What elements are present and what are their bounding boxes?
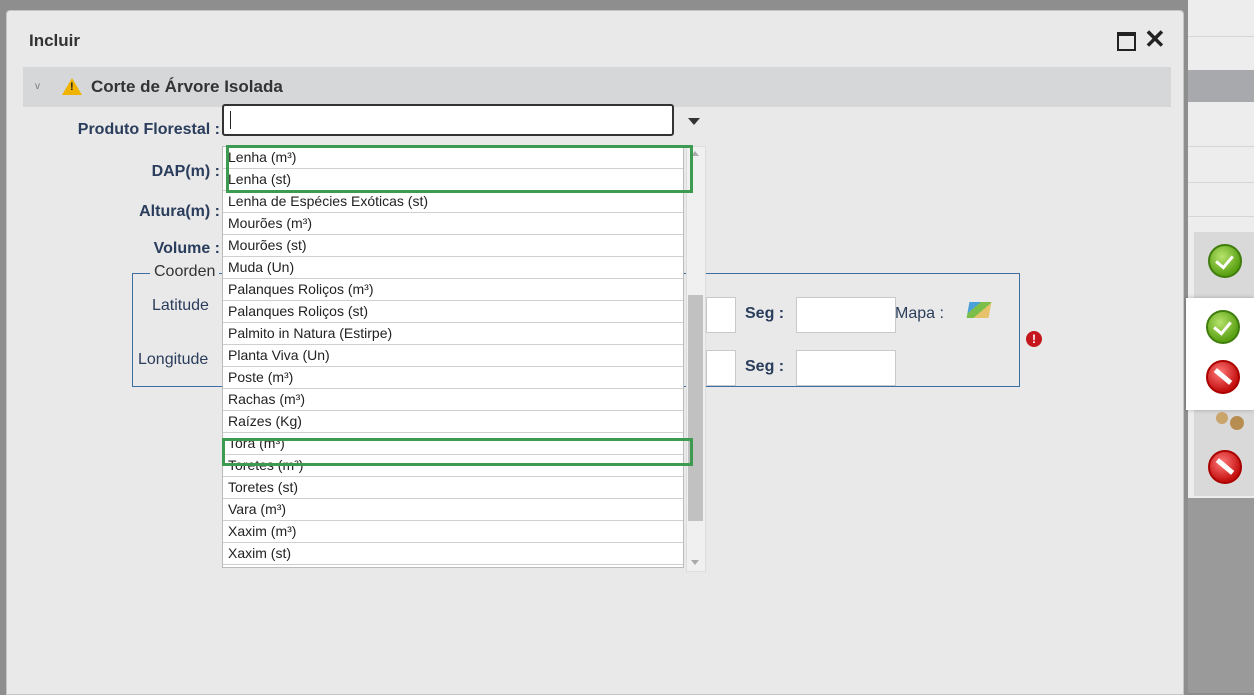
list-item[interactable]: Mourões (st): [223, 235, 683, 257]
scroll-down-icon[interactable]: [691, 560, 699, 565]
list-item[interactable]: Xaxim (m³): [223, 521, 683, 543]
list-item[interactable]: Raízes (Kg): [223, 411, 683, 433]
bg-divider: [1188, 36, 1254, 37]
produto-florestal-input[interactable]: [222, 104, 674, 136]
map-icon[interactable]: [966, 302, 992, 318]
list-item[interactable]: Planta Viva (Un): [223, 345, 683, 367]
longitude-seg-label: Seg :: [745, 358, 785, 375]
longitude-seg-input[interactable]: [796, 350, 896, 386]
chevron-down-icon[interactable]: v: [35, 81, 40, 92]
dialog-title: Incluir: [29, 31, 81, 50]
bg-divider: [1188, 216, 1254, 217]
list-item[interactable]: Poste (m³): [223, 367, 683, 389]
latitude-label: Latitude: [152, 297, 209, 314]
latitude-seg-input[interactable]: [796, 297, 896, 333]
produto-florestal-label: Produto Florestal :: [77, 121, 220, 138]
highlight-tora-option: [222, 438, 693, 466]
latitude-min-input[interactable]: [706, 297, 736, 333]
listbox-scrollbar[interactable]: [686, 146, 706, 572]
produto-florestal-listbox[interactable]: Lenha (m³) Lenha (st) Lenha de Espécies …: [222, 146, 684, 568]
latitude-seg-label: Seg :: [745, 305, 785, 322]
longitude-label: Longitude: [138, 351, 209, 368]
list-item[interactable]: Palanques Roliços (m³): [223, 279, 683, 301]
error-icon: !: [1026, 331, 1042, 347]
list-item[interactable]: Vara (m³): [223, 499, 683, 521]
coordinates-legend: Coorden: [150, 263, 220, 281]
list-item[interactable]: Rachas (m³): [223, 389, 683, 411]
maximize-icon[interactable]: [1117, 32, 1136, 51]
text-caret: [230, 111, 231, 129]
confirm-icon[interactable]: [1206, 310, 1240, 344]
list-item[interactable]: Palanques Roliços (st): [223, 301, 683, 323]
close-icon[interactable]: ✕: [1144, 26, 1166, 52]
list-item[interactable]: Muda (Un): [223, 257, 683, 279]
section-header[interactable]: v Corte de Árvore Isolada: [23, 67, 1171, 107]
confirm-icon[interactable]: [1208, 244, 1242, 278]
bg-divider: [1188, 146, 1254, 147]
mapa-label: Mapa :: [895, 305, 944, 322]
cancel-icon[interactable]: [1208, 450, 1242, 484]
altura-label: Altura(m) :: [139, 203, 220, 220]
highlight-lenha-options: [226, 145, 693, 193]
list-item[interactable]: Mourões (m³): [223, 213, 683, 235]
bg-header-band: [1188, 70, 1254, 102]
bg-divider: [1188, 182, 1254, 183]
users-icon[interactable]: [1214, 408, 1246, 434]
row-actions-popup: [1186, 298, 1254, 410]
longitude-min-input[interactable]: [706, 350, 736, 386]
list-item[interactable]: Xaxim (st): [223, 543, 683, 565]
list-item[interactable]: Lenha de Espécies Exóticas (st): [223, 191, 683, 213]
list-item[interactable]: Palmito in Natura (Estirpe): [223, 323, 683, 345]
dap-label: DAP(m) :: [151, 163, 220, 180]
scroll-thumb[interactable]: [688, 295, 703, 521]
bg-gray-area: [1188, 498, 1254, 693]
list-item[interactable]: Toretes (st): [223, 477, 683, 499]
volume-label: Volume :: [153, 240, 220, 257]
section-title: Corte de Árvore Isolada: [91, 77, 283, 96]
dropdown-arrow-icon[interactable]: [688, 118, 700, 125]
cancel-icon[interactable]: [1206, 360, 1240, 394]
warning-icon: [62, 78, 82, 95]
